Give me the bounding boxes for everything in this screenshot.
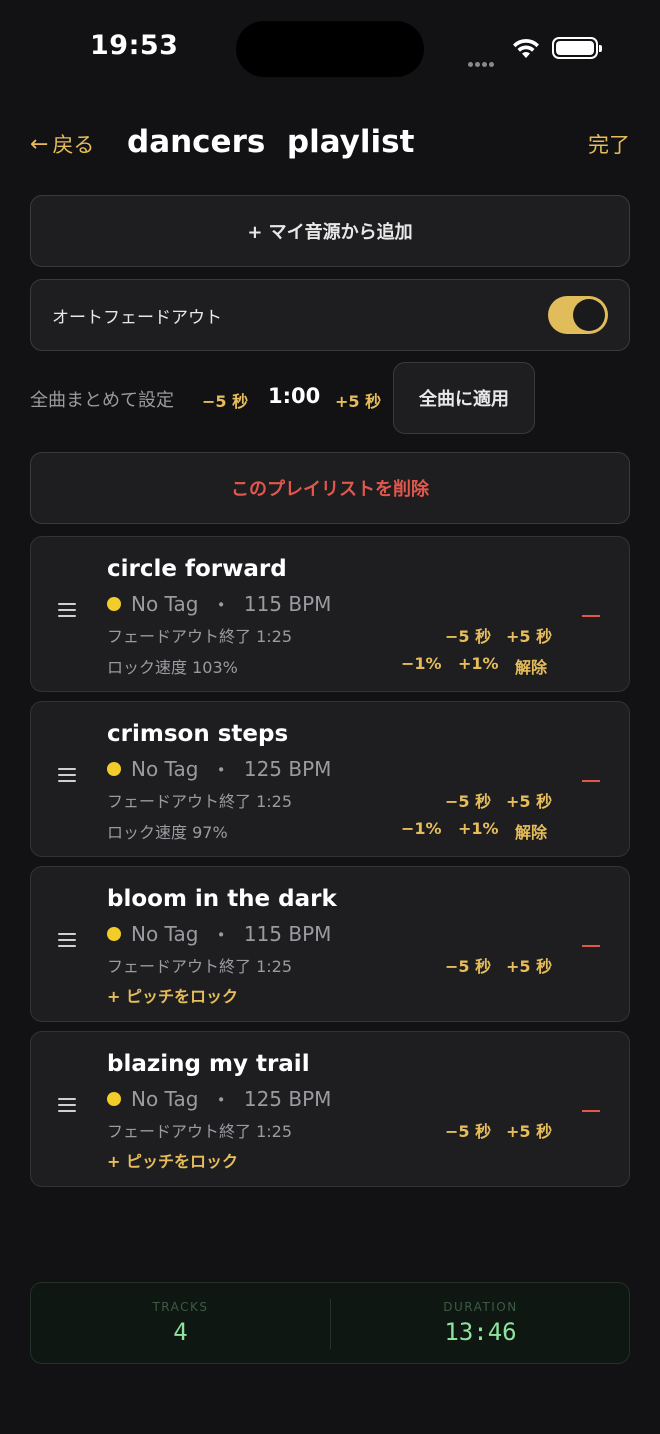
done-button[interactable]: 完了 bbox=[588, 129, 630, 159]
remove-track-button[interactable] bbox=[582, 780, 600, 782]
track-name: crimson steps bbox=[107, 721, 289, 747]
track-bpm: 115 BPM bbox=[243, 921, 332, 946]
apply-all-button[interactable]: 全曲に適用 bbox=[393, 362, 535, 434]
track-row: circle forward No Tag ・ 115 BPM フェードアウト終… bbox=[30, 536, 630, 692]
auto-fade-label: オートフェードアウト bbox=[52, 307, 222, 328]
track-row: crimson steps No Tag ・ 125 BPM フェードアウト終了… bbox=[30, 701, 630, 857]
track-name: circle forward bbox=[107, 556, 287, 582]
track-name: blazing my trail bbox=[107, 1051, 310, 1077]
track-lock-speed: ロック速度 103% bbox=[107, 658, 238, 677]
battery-icon bbox=[552, 37, 602, 59]
dynamic-island bbox=[236, 21, 424, 77]
track-unlock-button[interactable]: 解除 bbox=[515, 654, 547, 678]
add-from-library-button[interactable]: + マイ音源から追加 bbox=[30, 195, 630, 267]
track-plus-5s-button[interactable]: +5 秒 bbox=[506, 953, 552, 977]
tag-dot-icon bbox=[107, 596, 121, 611]
track-fade-end: フェードアウト終了 1:25 bbox=[107, 957, 293, 976]
track-tag: No Tag bbox=[131, 921, 199, 946]
delete-playlist-button[interactable]: このプレイリストを削除 bbox=[30, 452, 630, 524]
bulk-setting-row: 全曲まとめて設定 −5 秒 1:00 +5 秒 全曲に適用 bbox=[30, 362, 630, 434]
remove-track-button[interactable] bbox=[582, 615, 600, 617]
track-bpm: 125 BPM bbox=[243, 756, 332, 781]
nav-header: ← 戻る dancers playlist 完了 bbox=[30, 118, 630, 170]
drag-handle-icon[interactable] bbox=[58, 1098, 76, 1114]
duration-value: 13:46 bbox=[444, 1318, 517, 1346]
duration-label: DURATION bbox=[443, 1300, 518, 1314]
tag-dot-icon bbox=[107, 761, 121, 776]
track-bpm: 115 BPM bbox=[243, 591, 332, 616]
track-bpm: 125 BPM bbox=[243, 1086, 332, 1111]
bulk-fade-value: 1:00 bbox=[268, 384, 321, 408]
track-row: bloom in the dark No Tag ・ 115 BPM フェードア… bbox=[30, 866, 630, 1022]
lock-pitch-button[interactable]: + ピッチをロック bbox=[107, 983, 238, 1007]
auto-fade-row: オートフェードアウト bbox=[30, 279, 630, 351]
tracks-value: 4 bbox=[173, 1318, 188, 1346]
status-time: 19:53 bbox=[90, 30, 179, 61]
track-tag: No Tag bbox=[131, 756, 199, 781]
track-minus-5s-button[interactable]: −5 秒 bbox=[445, 788, 491, 812]
track-lock-speed: ロック速度 97% bbox=[107, 823, 228, 842]
track-meta: No Tag ・ 115 BPM bbox=[107, 589, 331, 618]
bulk-plus-5s-button[interactable]: +5 秒 bbox=[335, 388, 381, 412]
tracks-label: TRACKS bbox=[152, 1300, 209, 1314]
tag-dot-icon bbox=[107, 926, 121, 941]
status-bar: 19:53 bbox=[0, 0, 660, 100]
arrow-left-icon: ← bbox=[30, 131, 49, 157]
track-minus-5s-button[interactable]: −5 秒 bbox=[445, 953, 491, 977]
remove-track-button[interactable] bbox=[582, 945, 600, 947]
track-row: blazing my trail No Tag ・ 125 BPM フェードアウ… bbox=[30, 1031, 630, 1187]
bulk-minus-5s-button[interactable]: −5 秒 bbox=[202, 388, 248, 412]
track-minus-5s-button[interactable]: −5 秒 bbox=[445, 1118, 491, 1142]
bulk-setting-label: 全曲まとめて設定 bbox=[30, 390, 174, 411]
drag-handle-icon[interactable] bbox=[58, 933, 76, 949]
cellular-signal-icon bbox=[468, 52, 502, 67]
track-meta: No Tag ・ 125 BPM bbox=[107, 754, 331, 783]
track-minus-1pct-button[interactable]: −1% bbox=[401, 654, 442, 673]
total-duration: DURATION 13:46 bbox=[331, 1283, 630, 1363]
track-meta: No Tag ・ 115 BPM bbox=[107, 919, 331, 948]
track-plus-5s-button[interactable]: +5 秒 bbox=[506, 623, 552, 647]
lock-pitch-button[interactable]: + ピッチをロック bbox=[107, 1148, 238, 1172]
track-tag: No Tag bbox=[131, 1086, 199, 1111]
track-fade-end: フェードアウト終了 1:25 bbox=[107, 792, 293, 811]
track-minus-5s-button[interactable]: −5 秒 bbox=[445, 623, 491, 647]
page-title: dancers playlist bbox=[127, 124, 415, 160]
back-label: 戻る bbox=[52, 133, 95, 157]
tracks-count: TRACKS 4 bbox=[31, 1283, 330, 1363]
wifi-icon bbox=[513, 38, 539, 58]
track-plus-1pct-button[interactable]: +1% bbox=[458, 819, 499, 838]
track-plus-1pct-button[interactable]: +1% bbox=[458, 654, 499, 673]
track-name: bloom in the dark bbox=[107, 886, 337, 912]
track-plus-5s-button[interactable]: +5 秒 bbox=[506, 788, 552, 812]
track-fade-end: フェードアウト終了 1:25 bbox=[107, 627, 293, 646]
track-plus-5s-button[interactable]: +5 秒 bbox=[506, 1118, 552, 1142]
auto-fade-toggle[interactable] bbox=[548, 296, 608, 334]
track-tag: No Tag bbox=[131, 591, 199, 616]
remove-track-button[interactable] bbox=[582, 1110, 600, 1112]
back-button[interactable]: ← 戻る bbox=[30, 129, 94, 159]
track-fade-end: フェードアウト終了 1:25 bbox=[107, 1122, 293, 1141]
playlist-summary: TRACKS 4 DURATION 13:46 bbox=[30, 1282, 630, 1364]
track-minus-1pct-button[interactable]: −1% bbox=[401, 819, 442, 838]
track-unlock-button[interactable]: 解除 bbox=[515, 819, 547, 843]
track-meta: No Tag ・ 125 BPM bbox=[107, 1084, 331, 1113]
drag-handle-icon[interactable] bbox=[58, 768, 76, 784]
tag-dot-icon bbox=[107, 1091, 121, 1106]
drag-handle-icon[interactable] bbox=[58, 603, 76, 619]
